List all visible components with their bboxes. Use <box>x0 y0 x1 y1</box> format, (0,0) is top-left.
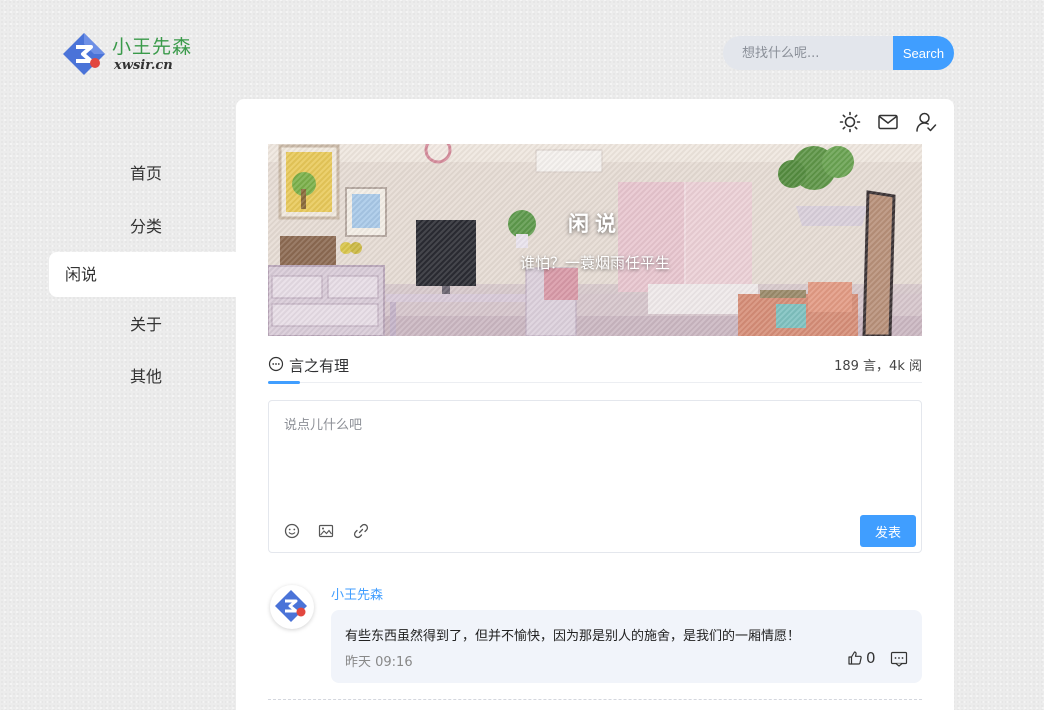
comment-text: 有些东西虽然得到了，但并不愉快，因为那是别人的施舍，是我们的一厢情愿！ <box>345 629 801 644</box>
reply-comment-icon[interactable] <box>890 650 908 668</box>
image-icon[interactable] <box>317 522 335 540</box>
banner-image: 闲说 谁怕？一蓑烟雨任平生 <box>268 144 922 336</box>
section-underline <box>268 381 300 384</box>
emoji-icon[interactable] <box>283 522 301 540</box>
nav-item-other[interactable]: 其他 <box>130 363 162 387</box>
search-bar: Search <box>723 36 954 70</box>
logo-title: 小王先森 <box>112 36 193 58</box>
chat-bubble-icon <box>268 356 284 372</box>
comment-author[interactable]: 小王先森 <box>331 584 383 603</box>
banner-stripes-overlay <box>268 144 922 336</box>
main-card: 闲说 谁怕？一蓑烟雨任平生 言之有理 189 言，4k 阅 发表 <box>236 99 954 710</box>
section-title: 言之有理 <box>289 357 350 375</box>
avatar-logo-icon <box>275 590 307 622</box>
link-icon[interactable] <box>352 522 370 540</box>
nav-item-chat[interactable]: 闲说 <box>49 252 237 297</box>
search-button[interactable]: Search <box>893 36 954 70</box>
nav-item-home[interactable]: 首页 <box>130 160 162 184</box>
comment-time: 昨天 09:16 <box>345 655 413 670</box>
avatar[interactable] <box>270 585 314 629</box>
nav-item-category[interactable]: 分类 <box>130 213 162 237</box>
banner-title: 闲说 <box>568 212 622 236</box>
sun-icon[interactable] <box>839 111 861 133</box>
nav-item-about[interactable]: 关于 <box>130 311 162 335</box>
submit-button[interactable]: 发表 <box>860 515 916 547</box>
comment-divider <box>268 699 922 700</box>
site-logo[interactable]: 小王先森 xwsir.cn <box>62 30 212 78</box>
banner-subtitle: 谁怕？一蓑烟雨任平生 <box>519 254 670 272</box>
logo-mark-icon <box>63 33 105 75</box>
comment-item: 小王先森 有些东西虽然得到了，但并不愉快，因为那是别人的施舍，是我们的一厢情愿！… <box>268 579 922 709</box>
mail-icon[interactable] <box>877 111 899 133</box>
comment-editor: 发表 <box>268 400 922 553</box>
section-header: 言之有理 189 言，4k 阅 <box>268 351 922 384</box>
comment-textarea[interactable] <box>269 401 921 501</box>
like-count: 0 <box>866 649 876 667</box>
user-check-icon[interactable] <box>915 111 937 133</box>
like-button[interactable]: 0 <box>847 649 876 667</box>
section-stats: 189 言，4k 阅 <box>834 359 922 374</box>
comment-bubble: 有些东西虽然得到了，但并不愉快，因为那是别人的施舍，是我们的一厢情愿！ 昨天 0… <box>331 610 922 683</box>
search-input[interactable] <box>723 36 895 70</box>
logo-domain: xwsir.cn <box>114 58 173 73</box>
thumbs-up-icon <box>848 651 862 665</box>
